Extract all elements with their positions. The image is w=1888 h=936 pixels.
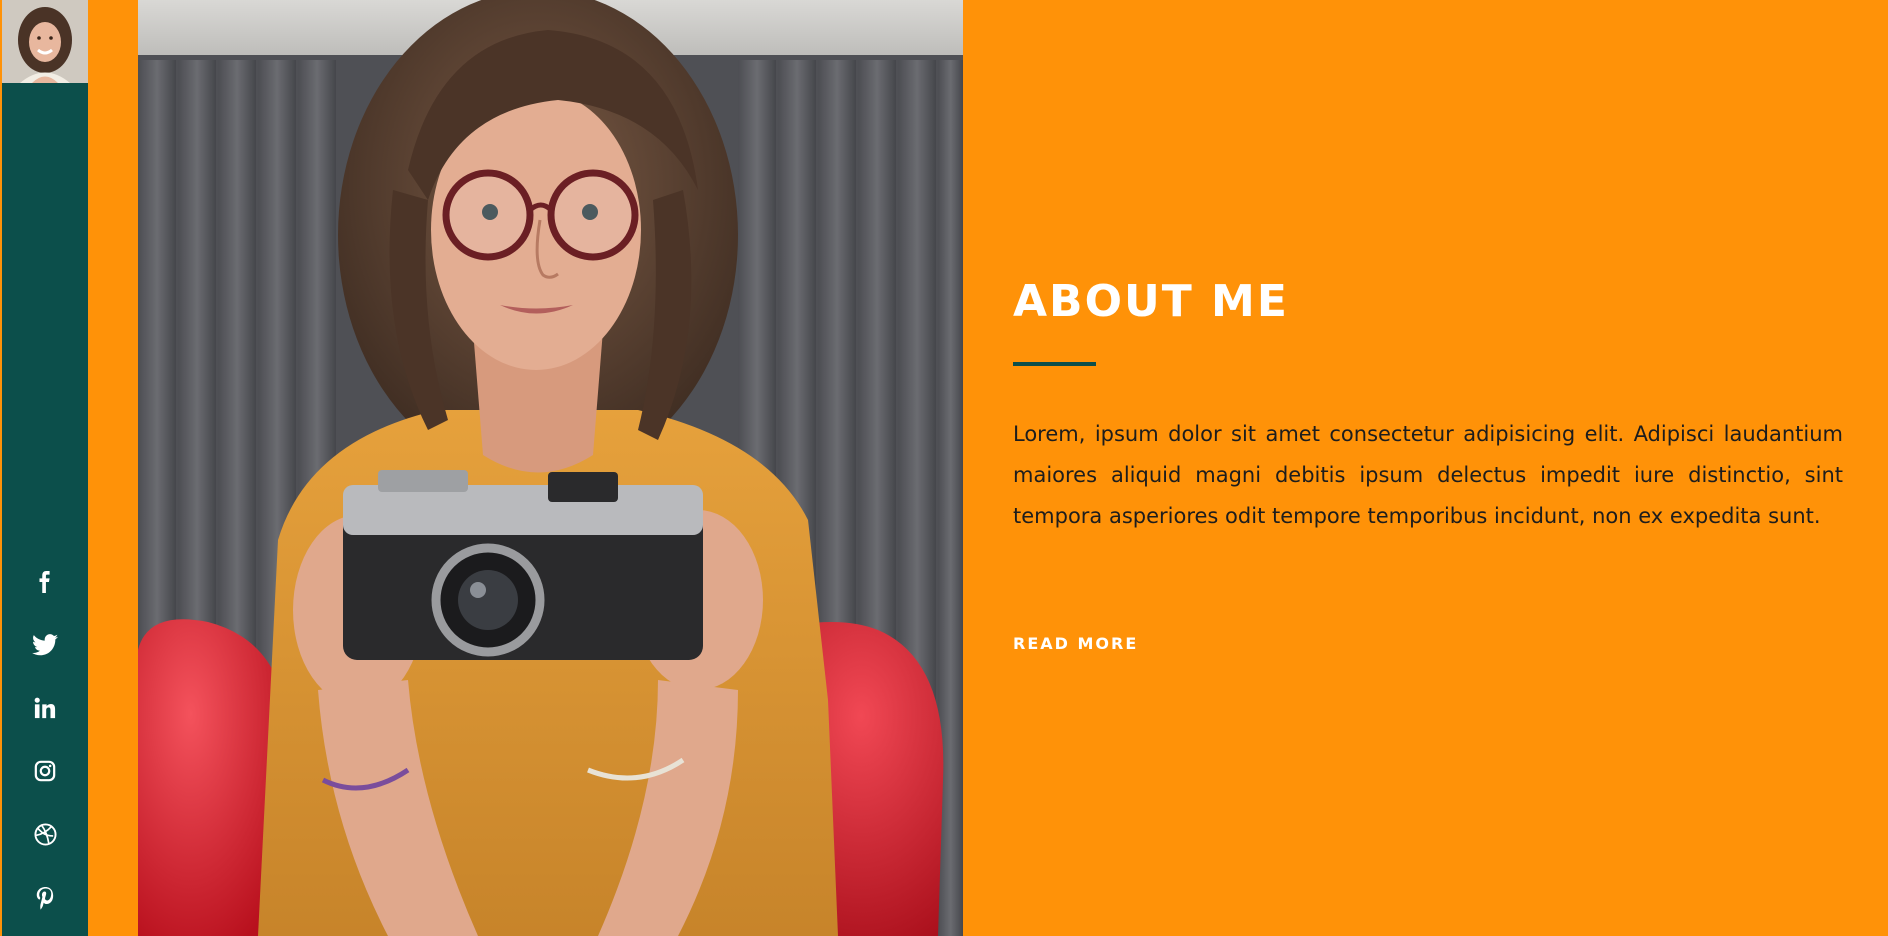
about-page: ABOUT ME Lorem, ipsum dolor sit amet con…: [0, 0, 1888, 936]
pinterest-link[interactable]: [2, 865, 88, 928]
linkedin-link[interactable]: [2, 676, 88, 739]
instagram-link[interactable]: [2, 739, 88, 802]
twitter-icon: [32, 634, 58, 656]
dribbble-link[interactable]: [2, 802, 88, 865]
facebook-icon: [39, 571, 50, 593]
avatar-image: [2, 0, 88, 83]
about-body: Lorem, ipsum dolor sit amet consectetur …: [1013, 422, 1843, 528]
hero-photo: [138, 0, 963, 936]
twitter-link[interactable]: [2, 613, 88, 676]
facebook-link[interactable]: [2, 550, 88, 613]
dribbble-icon: [33, 823, 57, 846]
read-more-link[interactable]: READ MORE: [1013, 634, 1138, 653]
sidebar: [2, 0, 88, 936]
linkedin-icon: [34, 697, 56, 719]
social-links: [2, 550, 88, 928]
about-section: ABOUT ME Lorem, ipsum dolor sit amet con…: [1013, 0, 1843, 936]
pinterest-icon: [36, 887, 54, 910]
woman-with-camera-image: [138, 0, 963, 936]
title-underline: [1013, 362, 1096, 366]
instagram-icon: [34, 760, 56, 782]
about-title: ABOUT ME: [1013, 276, 1289, 327]
avatar[interactable]: [2, 0, 88, 83]
